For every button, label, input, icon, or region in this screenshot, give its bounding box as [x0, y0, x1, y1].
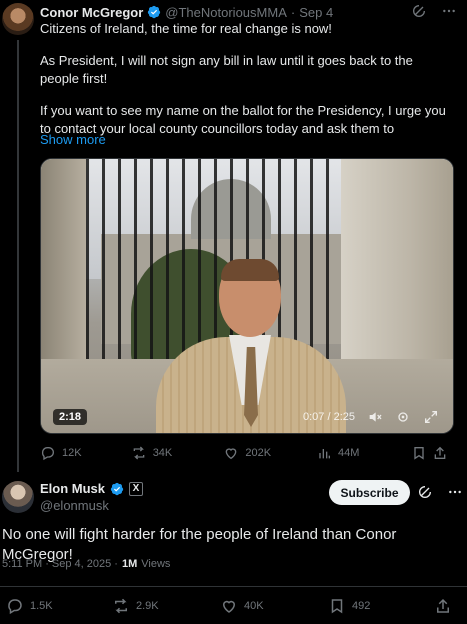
- divider: [0, 586, 467, 587]
- avatar[interactable]: [2, 3, 34, 35]
- author-handle[interactable]: @elonmusk: [40, 498, 109, 513]
- reply-button[interactable]: 12K: [40, 445, 131, 461]
- quoted-header-icons: [411, 3, 457, 19]
- tweet-date[interactable]: Sep 4: [299, 5, 333, 20]
- view-count: 44M: [338, 447, 360, 459]
- views-button[interactable]: 44M: [316, 445, 411, 461]
- reply-button[interactable]: 1.5K: [6, 597, 53, 615]
- video-progress-time: 0:07 / 2:25: [303, 411, 355, 423]
- share-icon: [437, 598, 449, 613]
- quoted-tweet-text: Citizens of Ireland, the time for real c…: [40, 20, 455, 138]
- repost-icon: [133, 446, 145, 460]
- views-label: Views: [141, 558, 171, 570]
- share-button[interactable]: [434, 597, 452, 615]
- show-more-link[interactable]: Show more: [40, 132, 106, 147]
- main-action-bar: 1.5K 2.9K 40K 492: [0, 597, 467, 615]
- tweet-paragraph: Citizens of Ireland, the time for real c…: [40, 21, 332, 36]
- affiliation-badge[interactable]: X: [129, 481, 144, 496]
- fullscreen-icon[interactable]: [423, 409, 439, 425]
- quoted-action-bar: 12K 34K 202K 44M: [40, 445, 454, 461]
- repost-button[interactable]: 2.9K: [112, 597, 159, 615]
- heart-icon: [222, 600, 236, 613]
- reply-icon: [41, 447, 54, 461]
- analytics-icon: [319, 449, 330, 459]
- repost-count: 2.9K: [136, 600, 159, 612]
- video-player[interactable]: 2:18 0:07 / 2:25: [40, 158, 454, 434]
- tweet-metadata: 5:11 PM · Sep 4, 2025 · 1M Views: [2, 558, 170, 570]
- reply-count: 1.5K: [30, 600, 53, 612]
- view-count: 1M: [121, 558, 138, 570]
- tweet-timestamp[interactable]: 5:11 PM · Sep 4, 2025 ·: [2, 558, 118, 570]
- grok-icon[interactable]: [417, 484, 433, 500]
- avatar[interactable]: [2, 481, 34, 513]
- author-name[interactable]: Conor McGregor: [40, 5, 143, 20]
- video-frame-hair: [221, 259, 279, 281]
- video-controls: 0:07 / 2:25: [303, 409, 439, 425]
- like-count: 40K: [244, 600, 264, 612]
- main-header-icons: [417, 484, 463, 500]
- bookmark-button[interactable]: [411, 445, 433, 461]
- share-icon: [434, 446, 446, 459]
- main-tweet-author: Elon Musk X: [40, 481, 144, 496]
- tweet-paragraph: As President, I will not sign any bill i…: [40, 53, 413, 86]
- grok-icon[interactable]: [411, 3, 427, 19]
- more-options-icon[interactable]: [447, 484, 463, 500]
- like-button[interactable]: 202K: [223, 445, 316, 461]
- like-button[interactable]: 40K: [220, 597, 264, 615]
- more-options-icon[interactable]: [441, 3, 457, 19]
- author-name[interactable]: Elon Musk: [40, 481, 105, 496]
- settings-icon[interactable]: [395, 409, 411, 425]
- author-handle[interactable]: @TheNotoriousMMA: [165, 5, 287, 20]
- video-frame-gate: [86, 159, 341, 359]
- verified-badge-icon: [110, 482, 124, 495]
- verified-badge-icon: [148, 5, 161, 19]
- thread-connector-line: [17, 40, 19, 472]
- repost-count: 34K: [152, 447, 173, 459]
- quoted-tweet-header: Conor McGregor @TheNotoriousMMA · Sep 4: [40, 4, 333, 20]
- share-button[interactable]: [432, 445, 454, 461]
- reply-count: 12K: [62, 447, 82, 459]
- subscribe-button[interactable]: Subscribe: [329, 480, 410, 505]
- repost-button[interactable]: 34K: [131, 445, 224, 461]
- separator-dot: ·: [290, 4, 296, 20]
- mute-icon[interactable]: [367, 409, 383, 425]
- bookmark-button[interactable]: 492: [328, 597, 370, 615]
- like-count: 202K: [245, 447, 272, 459]
- bookmark-icon: [413, 447, 424, 460]
- bookmark-count: 492: [352, 600, 371, 612]
- video-duration-badge: 2:18: [53, 409, 88, 425]
- repost-icon: [115, 598, 127, 614]
- reply-icon: [8, 599, 22, 615]
- bookmark-icon: [331, 599, 343, 614]
- heart-icon: [226, 448, 237, 460]
